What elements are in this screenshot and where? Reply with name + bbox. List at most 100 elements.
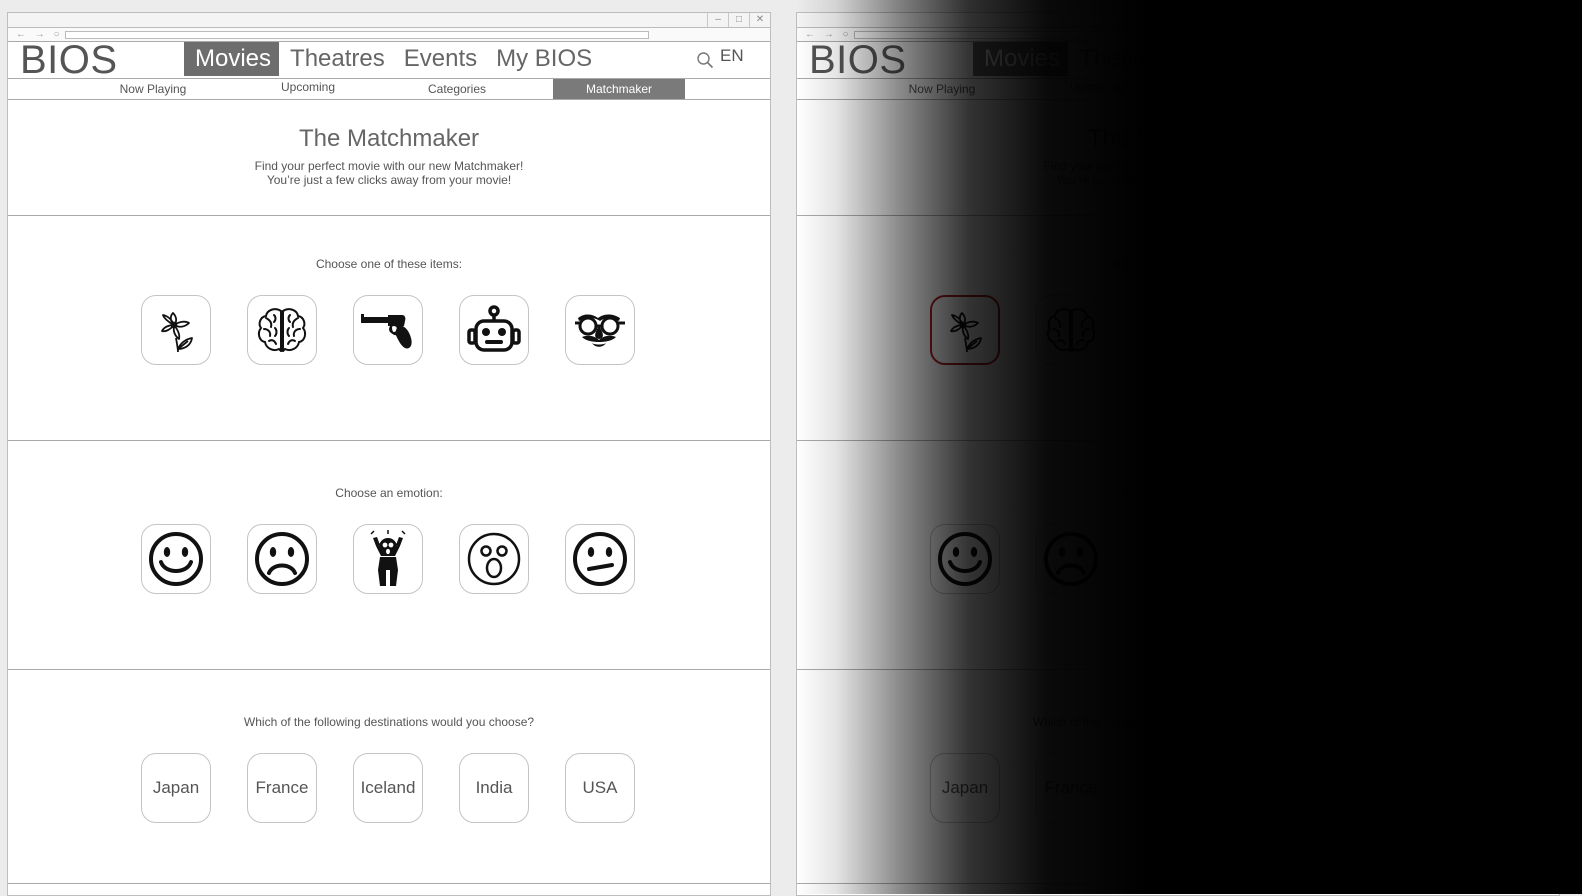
page-title: The Matchmaker (1087, 125, 1269, 152)
destination-iceland[interactable]: Iceland (353, 753, 423, 823)
browser-window-selected: – □ ✕ ← → ○ BIOS Movies Theatres Events … (796, 12, 1560, 896)
revolver-option[interactable] (1142, 295, 1212, 365)
url-field[interactable] (854, 31, 1438, 39)
revolver-icon (361, 314, 412, 349)
happy-option[interactable] (141, 524, 211, 594)
destination-options: Japan France Iceland India USA (930, 753, 1460, 823)
url-field[interactable] (65, 31, 649, 39)
confused-option[interactable] (1354, 524, 1424, 594)
main-nav: Movies Theatres Events My BIOS (973, 42, 1389, 76)
nav-my-bios[interactable]: My BIOS (1274, 42, 1389, 76)
nav-theatres[interactable]: Theatres (1068, 42, 1182, 76)
destination-label: Japan (941, 778, 989, 797)
subnav-upcoming[interactable]: Upcoming (258, 79, 358, 95)
sad-option[interactable] (1036, 524, 1106, 594)
subnav-categories[interactable]: Categories (407, 79, 507, 99)
minimize-button[interactable]: – (707, 13, 728, 27)
destination-label: Iceland (360, 778, 416, 797)
confused-option[interactable] (565, 524, 635, 594)
disguise-glasses-icon (575, 314, 625, 347)
robot-option[interactable] (1248, 295, 1318, 365)
nav-movies[interactable]: Movies (184, 42, 280, 76)
scared-person-icon (370, 530, 406, 586)
emotion-options (141, 524, 671, 594)
revolver-icon (1150, 314, 1201, 349)
surprised-face-icon (467, 532, 521, 586)
destination-france[interactable]: France (247, 753, 317, 823)
divider (797, 440, 1559, 441)
destination-question: Which of the following destinations woul… (1032, 715, 1324, 729)
subnav-now-playing[interactable]: Now Playing (892, 79, 992, 99)
search-icon[interactable] (1485, 51, 1503, 69)
happy-option[interactable] (930, 524, 1000, 594)
subnav-categories[interactable]: Categories (1196, 79, 1296, 99)
divider (797, 883, 1559, 884)
disguise-option[interactable] (1354, 295, 1424, 365)
minimize-button[interactable]: – (1496, 13, 1517, 27)
destination-label: Iceland (1149, 778, 1205, 797)
close-button[interactable]: ✕ (1538, 13, 1559, 27)
nav-theatres[interactable]: Theatres (279, 42, 393, 76)
nav-events[interactable]: Events (1182, 42, 1274, 76)
destination-india[interactable]: India (1248, 753, 1318, 823)
brain-icon (257, 308, 307, 352)
nav-events[interactable]: Events (393, 42, 485, 76)
subnav-matchmaker[interactable]: Matchmaker (553, 79, 685, 99)
site-header: BIOS Movies Theatres Events My BIOS EN (8, 40, 770, 80)
surprised-face-icon (1256, 532, 1310, 586)
flower-option[interactable] (141, 295, 211, 365)
address-bar: ← → ○ (797, 28, 1559, 42)
confused-face-icon (573, 532, 627, 586)
language-selector[interactable]: EN (720, 46, 744, 66)
language-selector[interactable]: EN (1509, 46, 1533, 66)
title-bar: – □ ✕ (797, 13, 1559, 28)
sad-face-icon (1044, 532, 1098, 586)
flower-icon (950, 312, 982, 353)
destination-usa[interactable]: USA (565, 753, 635, 823)
surprised-option[interactable] (459, 524, 529, 594)
disguise-option[interactable] (565, 295, 635, 365)
subnav-now-playing[interactable]: Now Playing (103, 79, 203, 99)
destination-question: Which of the following destinations woul… (243, 715, 535, 729)
search-icon[interactable] (696, 51, 714, 69)
divider (797, 669, 1559, 670)
destination-france[interactable]: France (1036, 753, 1106, 823)
sad-option[interactable] (247, 524, 317, 594)
maximize-button[interactable]: □ (1517, 13, 1538, 27)
scared-option[interactable] (353, 524, 423, 594)
close-button[interactable]: ✕ (749, 13, 770, 27)
subnav-matchmaker[interactable]: Matchmaker (1342, 79, 1474, 99)
revolver-option[interactable] (353, 295, 423, 365)
hero-line-2: You’re just a few clicks away from your … (266, 173, 512, 187)
destination-japan[interactable]: Japan (930, 753, 1000, 823)
bios-logo[interactable]: BIOS (809, 40, 907, 80)
brain-icon (1046, 308, 1096, 352)
destination-japan[interactable]: Japan (141, 753, 211, 823)
destination-label: Japan (152, 778, 200, 797)
robot-option[interactable] (459, 295, 529, 365)
bios-logo[interactable]: BIOS (20, 40, 118, 80)
nav-movies[interactable]: Movies (973, 42, 1069, 76)
brain-option[interactable] (247, 295, 317, 365)
brain-option[interactable] (1036, 295, 1106, 365)
surprised-option[interactable] (1248, 524, 1318, 594)
maximize-button[interactable]: □ (728, 13, 749, 27)
destination-india[interactable]: India (459, 753, 529, 823)
destination-usa[interactable]: USA (1354, 753, 1424, 823)
divider (8, 669, 770, 670)
main-nav: Movies Theatres Events My BIOS (184, 42, 600, 76)
destination-iceland[interactable]: Iceland (1142, 753, 1212, 823)
hero-section: The Matchmaker Find your perfect movie w… (797, 99, 1559, 214)
scared-person-icon (1167, 538, 1187, 586)
scared-option[interactable] (1142, 524, 1212, 594)
flower-option-selected[interactable] (930, 295, 1000, 365)
nav-my-bios[interactable]: My BIOS (485, 42, 600, 76)
destination-label: India (1264, 778, 1302, 797)
sad-face-icon (255, 532, 309, 586)
items-question: Choose one of these items: (1104, 257, 1252, 271)
subnav-upcoming[interactable]: Upcoming (1047, 79, 1147, 95)
emotion-options (930, 524, 1460, 594)
destination-label: USA (1371, 778, 1407, 797)
robot-icon (1263, 305, 1303, 352)
address-bar: ← → ○ (8, 28, 770, 42)
